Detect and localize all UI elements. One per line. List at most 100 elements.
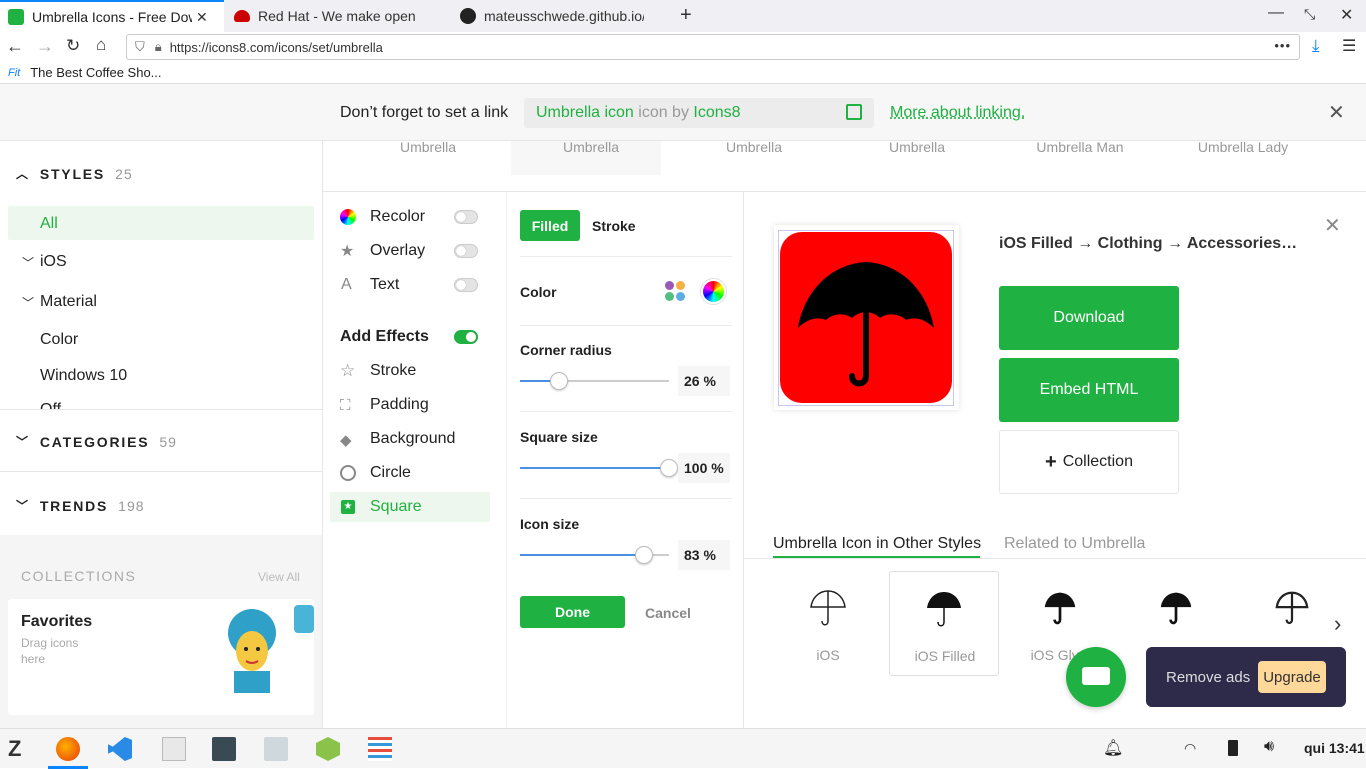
chevron-down-icon[interactable]: ﹀	[22, 294, 34, 311]
corner-radius-value[interactable]: 26 %	[678, 366, 730, 396]
firefox-icon[interactable]	[56, 737, 80, 761]
sidebar-item-material[interactable]: Material	[40, 293, 97, 311]
add-to-collection-button[interactable]: + Collection	[999, 430, 1179, 494]
tab-github[interactable]: mateusschwede.github.io/aula	[452, 0, 676, 32]
text-editor-icon[interactable]	[162, 737, 186, 761]
shield-icon[interactable]: ⛉	[135, 39, 145, 55]
chevron-down-icon[interactable]: ﹀	[22, 254, 34, 271]
reload-icon[interactable]: ↻	[66, 36, 80, 56]
effect-stroke[interactable]: Stroke	[370, 362, 416, 380]
square-size-value[interactable]: 100 %	[678, 453, 730, 483]
filled-button[interactable]: Filled	[520, 210, 580, 241]
copy-icon[interactable]	[846, 104, 862, 120]
effect-square[interactable]: Square	[370, 498, 422, 516]
chevron-down-icon: ﹀	[16, 435, 30, 449]
result-umbrella-2[interactable]: Umbrella	[516, 139, 666, 155]
view-all-link[interactable]: View All	[258, 570, 300, 584]
restore-icon[interactable]: ⤡	[1304, 6, 1315, 23]
style-card-ios[interactable]: iOS	[773, 571, 883, 676]
tab-other-styles[interactable]: Umbrella Icon in Other Styles	[773, 535, 981, 553]
bookmark-item[interactable]: The Best Coffee Sho...	[30, 65, 161, 80]
result-umbrella-man[interactable]: Umbrella Man	[1005, 139, 1155, 155]
url-bar[interactable]: ⛉ 🔒︎ https://icons8.com/icons/set/umbrel…	[126, 34, 1300, 60]
chat-bubble-icon	[1082, 667, 1110, 685]
result-umbrella-1[interactable]: Umbrella	[353, 139, 503, 155]
slider-knob[interactable]	[660, 459, 678, 477]
embed-html-button[interactable]: Embed HTML	[999, 358, 1179, 422]
downloads-icon[interactable]: ⤓	[1312, 36, 1320, 56]
close-window-icon[interactable]: ✕	[1340, 5, 1353, 25]
styles-header[interactable]: ︿ STYLES 25	[16, 165, 133, 182]
color-wheel-icon[interactable]	[701, 279, 726, 304]
close-banner-icon[interactable]: ✕	[1328, 100, 1345, 125]
style-card-ios-filled[interactable]: iOS Filled	[889, 571, 999, 676]
overlay-toggle[interactable]	[454, 244, 478, 258]
effect-background[interactable]: Background	[370, 430, 455, 448]
cancel-button[interactable]: Cancel	[645, 605, 691, 621]
overlay-label[interactable]: Overlay	[370, 242, 425, 260]
icons8-favicon-icon	[8, 9, 24, 25]
back-icon[interactable]: ←	[6, 36, 24, 57]
page-actions-icon[interactable]: •••	[1274, 38, 1291, 53]
sidebar-item-color[interactable]: Color	[40, 331, 78, 349]
volume-icon[interactable]: 🔊︎	[1264, 738, 1274, 756]
tab-related[interactable]: Related to Umbrella	[1004, 535, 1145, 553]
battery-icon[interactable]	[1228, 740, 1238, 756]
upgrade-button[interactable]: Upgrade	[1258, 661, 1326, 693]
url-text[interactable]: https://icons8.com/icons/set/umbrella	[170, 40, 383, 55]
sidebar-item-windows10[interactable]: Windows 10	[40, 367, 127, 385]
palette-icon[interactable]	[664, 280, 688, 304]
text-label[interactable]: Text	[370, 276, 399, 294]
terminal-icon[interactable]	[212, 737, 236, 761]
text-toggle[interactable]	[454, 278, 478, 292]
more-about-linking-link[interactable]: More about linking.	[890, 104, 1025, 122]
trends-header[interactable]: ﹀ TRENDS 198	[16, 497, 145, 514]
recolor-label[interactable]: Recolor	[370, 208, 425, 226]
forward-icon[interactable]: →	[36, 36, 54, 57]
result-umbrella-3[interactable]: Umbrella	[679, 139, 829, 155]
square-size-slider[interactable]	[520, 459, 678, 477]
chat-button[interactable]	[1066, 647, 1126, 707]
corner-radius-slider[interactable]	[520, 372, 669, 390]
add-effects-toggle[interactable]	[454, 330, 478, 344]
download-button[interactable]: Download	[999, 286, 1179, 350]
chevron-right-icon[interactable]: ›	[1334, 611, 1341, 637]
wifi-icon[interactable]: ◠	[1184, 740, 1196, 757]
minimize-icon[interactable]: —	[1268, 4, 1284, 22]
categories-header[interactable]: ﹀ CATEGORIES 59	[16, 433, 177, 450]
home-icon[interactable]: ⌂	[96, 35, 106, 55]
menu-icon[interactable]: ☰	[1342, 36, 1356, 56]
done-button[interactable]: Done	[520, 596, 625, 628]
close-tab-icon[interactable]: ✕	[196, 9, 208, 26]
close-preview-icon[interactable]: ✕	[1324, 213, 1341, 238]
zorin-menu-icon[interactable]: Z	[8, 736, 21, 762]
categories-label: CATEGORIES	[39, 433, 150, 450]
icon-size-value[interactable]: 83 %	[678, 540, 730, 570]
files-icon[interactable]	[264, 737, 288, 761]
categories-count: 59	[159, 433, 177, 450]
favorites-card[interactable]: Favorites Drag icons here	[8, 599, 314, 715]
result-umbrella-4[interactable]: Umbrella	[842, 139, 992, 155]
icon-size-slider[interactable]	[520, 546, 669, 564]
breadcrumb[interactable]: iOS Filled → Clothing → Accessories…	[999, 235, 1297, 253]
settings-app-icon[interactable]	[368, 737, 392, 761]
notification-bell-icon[interactable]: 🔔︎	[1103, 738, 1123, 758]
effect-circle[interactable]: Circle	[370, 464, 411, 482]
recolor-toggle[interactable]	[454, 210, 478, 224]
sidebar-item-ios[interactable]: iOS	[40, 253, 67, 271]
sidebar-item-office[interactable]: Off...	[40, 401, 74, 409]
clock[interactable]: qui 13:41	[1304, 740, 1365, 756]
attribution-link-box[interactable]: Umbrella icon icon by Icons8	[524, 98, 874, 128]
vscode-icon[interactable]	[108, 737, 132, 761]
effect-padding[interactable]: Padding	[370, 396, 429, 414]
tab-red-hat[interactable]: Red Hat - We make open source technologi…	[226, 0, 450, 32]
slider-knob[interactable]	[550, 372, 568, 390]
slider-knob[interactable]	[635, 546, 653, 564]
stroke-button[interactable]: Stroke	[592, 218, 636, 234]
new-tab-icon[interactable]: +	[680, 4, 692, 27]
sidebar-item-all[interactable]: All	[8, 206, 314, 240]
tab-title: Umbrella Icons - Free Download	[32, 9, 192, 25]
result-umbrella-lady[interactable]: Umbrella Lady	[1168, 139, 1318, 155]
tab-umbrella-icons[interactable]: Umbrella Icons - Free Download ✕	[0, 0, 224, 32]
box-app-icon[interactable]	[316, 737, 340, 761]
